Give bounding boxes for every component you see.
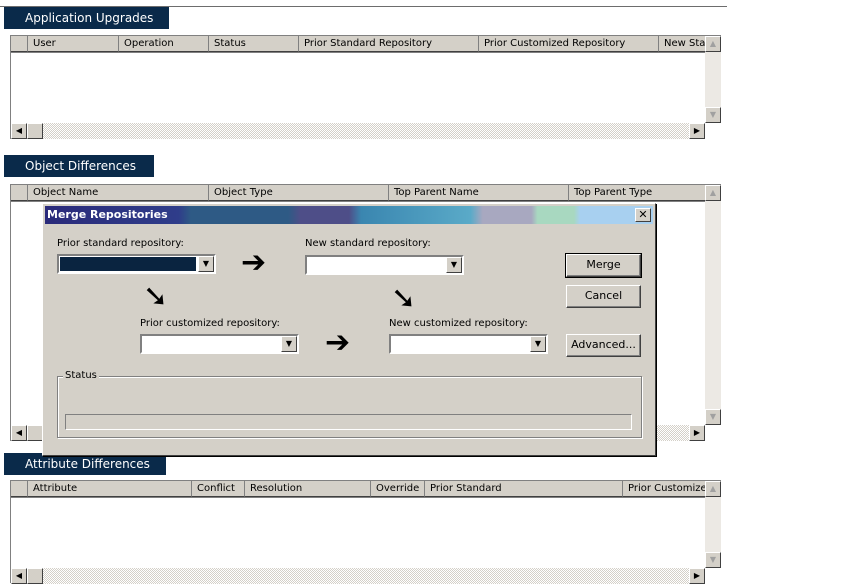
arrow-right-icon: ➔ (241, 245, 267, 280)
prior-customized-repository-label: Prior customized repository: (140, 318, 280, 329)
scroll-down-icon[interactable]: ▼ (705, 409, 721, 425)
column-header-operation[interactable]: Operation (119, 36, 209, 52)
column-header-prior-customized-repository[interactable]: Prior Customized Repository (479, 36, 659, 52)
column-header-override[interactable]: Override (371, 481, 425, 497)
prior-standard-repository-label: Prior standard repository: (57, 238, 184, 249)
scroll-left-icon[interactable]: ◀ (11, 425, 27, 441)
arrow-down-right-icon: ➘ (391, 281, 417, 316)
advanced-button[interactable]: Advanced... (566, 334, 641, 357)
column-header-prior-standard[interactable]: Prior Standard (425, 481, 623, 497)
attribute-differences-grid[interactable]: Attribute Conflict Resolution Override P… (10, 480, 721, 584)
horizontal-scrollbar[interactable]: ◀ ▶ (11, 123, 705, 139)
scroll-up-icon[interactable]: ▲ (705, 36, 721, 52)
prior-standard-repository-select[interactable]: ▼ (57, 254, 216, 274)
dropdown-arrow-icon[interactable]: ▼ (198, 256, 214, 272)
column-header-new-standard[interactable]: New Sta (659, 36, 705, 52)
prior-customized-repository-select[interactable]: ▼ (140, 334, 299, 354)
arrow-right-icon: ➔ (325, 325, 351, 360)
selected-value (60, 257, 196, 271)
column-header-top-parent-type[interactable]: Top Parent Type (569, 185, 705, 201)
merge-repositories-dialog: Merge Repositories ✕ Prior standard repo… (42, 203, 656, 456)
close-icon[interactable]: ✕ (635, 208, 651, 222)
new-customized-repository-select[interactable]: ▼ (389, 334, 548, 354)
column-header-conflict[interactable]: Conflict (192, 481, 245, 497)
object-differences-header: Object Name Object Type Top Parent Name … (11, 185, 705, 202)
new-standard-repository-select[interactable]: ▼ (305, 255, 464, 275)
vertical-scrollbar[interactable]: ▲ ▼ (705, 36, 721, 123)
column-header-status[interactable]: Status (209, 36, 299, 52)
scroll-right-icon[interactable]: ▶ (689, 568, 705, 584)
new-standard-repository-label: New standard repository: (305, 238, 431, 249)
scroll-thumb[interactable] (27, 425, 43, 441)
cancel-button[interactable]: Cancel (566, 285, 641, 308)
row-selector-header (11, 185, 28, 201)
object-differences-title: Object Differences (4, 155, 154, 177)
scroll-right-icon[interactable]: ▶ (689, 425, 705, 441)
scroll-up-icon[interactable]: ▲ (705, 185, 721, 201)
app-upgrades-grid[interactable]: User Operation Status Prior Standard Rep… (10, 35, 721, 139)
scroll-left-icon[interactable]: ◀ (11, 568, 27, 584)
arrow-down-right-icon: ➘ (143, 279, 169, 314)
column-header-object-name[interactable]: Object Name (28, 185, 209, 201)
scroll-up-icon[interactable]: ▲ (705, 481, 721, 497)
app-upgrades-header: User Operation Status Prior Standard Rep… (11, 36, 705, 53)
attribute-differences-title: Attribute Differences (4, 453, 166, 475)
column-header-prior-standard-repository[interactable]: Prior Standard Repository (299, 36, 479, 52)
attribute-differences-header: Attribute Conflict Resolution Override P… (11, 481, 705, 498)
selected-value (308, 258, 444, 272)
dropdown-arrow-icon[interactable]: ▼ (530, 336, 546, 352)
column-header-resolution[interactable]: Resolution (245, 481, 371, 497)
selected-value (392, 337, 528, 351)
dropdown-arrow-icon[interactable]: ▼ (446, 257, 462, 273)
scroll-thumb[interactable] (27, 123, 43, 139)
selected-value (143, 337, 279, 351)
vertical-scrollbar[interactable]: ▲ ▼ (705, 185, 721, 425)
dialog-title: Merge Repositories (47, 208, 168, 221)
status-label: Status (63, 370, 99, 381)
column-header-top-parent-name[interactable]: Top Parent Name (389, 185, 569, 201)
scroll-down-icon[interactable]: ▼ (705, 107, 721, 123)
row-selector-header (11, 481, 28, 497)
status-progress-bar (65, 414, 632, 430)
dialog-titlebar[interactable]: Merge Repositories ✕ (45, 206, 653, 224)
vertical-scrollbar[interactable]: ▲ ▼ (705, 481, 721, 568)
scroll-thumb[interactable] (27, 568, 43, 584)
column-header-user[interactable]: User (28, 36, 119, 52)
scroll-down-icon[interactable]: ▼ (705, 552, 721, 568)
new-customized-repository-label: New customized repository: (389, 318, 528, 329)
column-header-prior-customized[interactable]: Prior Customized (623, 481, 705, 497)
app-upgrades-title: Application Upgrades (4, 7, 169, 29)
column-header-object-type[interactable]: Object Type (209, 185, 389, 201)
scroll-left-icon[interactable]: ◀ (11, 123, 27, 139)
horizontal-scrollbar[interactable]: ◀ ▶ (11, 568, 705, 584)
column-header-attribute[interactable]: Attribute (28, 481, 192, 497)
row-selector-header (11, 36, 28, 52)
merge-button[interactable]: Merge (565, 253, 642, 278)
scroll-right-icon[interactable]: ▶ (689, 123, 705, 139)
dropdown-arrow-icon[interactable]: ▼ (281, 336, 297, 352)
